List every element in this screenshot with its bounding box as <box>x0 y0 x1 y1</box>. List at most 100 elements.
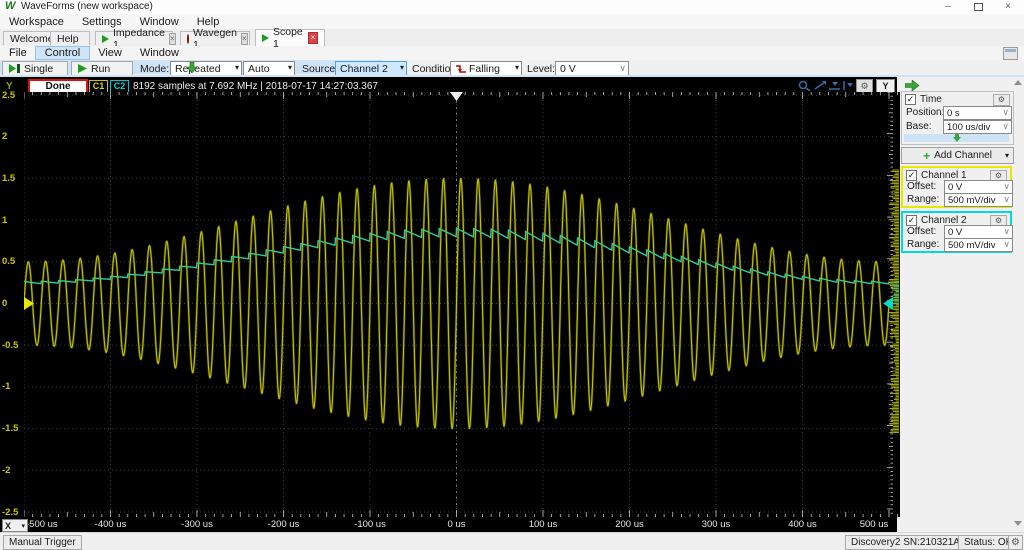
channel2-panel: ✓ Channel 2 ⚙ Offset: 0 V ∨ Range: 500 m… <box>901 211 1013 253</box>
maximize-button[interactable] <box>964 0 992 14</box>
chevron-down-icon: ▾ <box>399 63 404 72</box>
sidebar-scroll-down[interactable] <box>1014 521 1022 526</box>
trigger-mode-value: Auto <box>248 62 270 75</box>
y-tick-label: -2.5 <box>2 506 19 518</box>
y-tick-label: 1.5 <box>2 172 16 184</box>
play-icon <box>262 34 269 42</box>
channel2-range-select[interactable]: 500 mV/div ∨ <box>944 238 1013 252</box>
zoom-icon[interactable] <box>798 80 811 91</box>
menu-window2[interactable]: Window <box>131 47 188 59</box>
tab-impedance[interactable]: Impedance 1 × <box>95 27 176 51</box>
x-tick-label: 100 us <box>528 519 558 530</box>
tab-label: Help <box>57 32 79 45</box>
zoom-width-icon[interactable] <box>828 80 841 91</box>
time-panel-title: Time <box>920 94 942 105</box>
chevron-down-icon: ▾ <box>21 522 25 530</box>
x-tick-label: -100 us <box>354 519 386 530</box>
single-button[interactable]: Single <box>2 61 68 76</box>
x-tick-label: 0 us <box>447 519 466 530</box>
tab-wavegen[interactable]: Wavegen 1 × <box>180 27 250 51</box>
manual-trigger-button[interactable]: Manual Trigger <box>3 535 82 550</box>
menu-view[interactable]: View <box>89 47 131 59</box>
x-axis-button[interactable]: X ▾ <box>2 519 28 532</box>
window-title: WaveForms (new workspace) <box>21 1 153 12</box>
source-select[interactable]: Channel 2 ▾ <box>335 61 407 76</box>
range-label: Range: <box>907 194 940 205</box>
zoom-fit-icon[interactable] <box>814 80 827 91</box>
float-window-icon[interactable] <box>1003 47 1018 60</box>
y-tick-label: 2 <box>2 131 8 143</box>
restore-icon <box>973 3 983 11</box>
chevron-down-icon: ▾ <box>514 63 519 72</box>
run-label: Run <box>91 62 111 75</box>
chevron-down-icon: ∨ <box>1003 181 1010 191</box>
tab-label: Welcome <box>10 32 54 45</box>
position-value: 0 s <box>947 107 960 119</box>
channel2-offset-select[interactable]: 0 V ∨ <box>944 225 1013 239</box>
add-channel-button[interactable]: + Add Channel ▾ <box>901 147 1014 164</box>
x-tick-label: 400 us <box>788 519 817 530</box>
chevron-down-icon: ∨ <box>1003 226 1010 236</box>
channel2-checkbox[interactable]: ✓ <box>906 215 917 226</box>
tab-close-icon[interactable]: × <box>307 32 318 44</box>
scope-plot[interactable] <box>24 92 900 517</box>
y-tick-label: -1.5 <box>2 423 19 435</box>
single-icon <box>9 64 20 73</box>
position-select[interactable]: 0 s ∨ <box>943 106 1012 120</box>
tab-close-icon[interactable]: × <box>168 32 176 45</box>
plus-icon: + <box>923 148 931 163</box>
offset-label: Offset: <box>907 226 937 237</box>
chevron-down-icon: ▾ <box>287 63 292 72</box>
level-input[interactable]: 0 V ∨ <box>555 61 629 76</box>
base-select[interactable]: 100 us/div ∨ <box>943 120 1012 134</box>
play-icon <box>102 34 109 43</box>
chevron-down-icon: ∨ <box>619 63 626 73</box>
sidebar-background <box>897 77 1024 532</box>
chevron-down-icon[interactable]: ▾ <box>1005 151 1009 160</box>
range-value: 500 mV/div <box>948 194 996 206</box>
y-tick-label: 0 <box>2 298 8 309</box>
source-value: Channel 2 <box>340 62 388 75</box>
single-label: Single <box>24 62 54 75</box>
sidebar-scroll-up[interactable] <box>1014 80 1022 85</box>
range-label: Range: <box>907 239 940 250</box>
tab-scope[interactable]: Scope 1 × <box>255 26 325 50</box>
menu-workspace[interactable]: Workspace <box>0 16 73 28</box>
x-tick-label: -200 us <box>267 519 300 530</box>
time-checkbox[interactable]: ✓ <box>905 94 916 105</box>
channel1-checkbox[interactable]: ✓ <box>906 170 917 181</box>
y-tick-label: 1 <box>2 214 8 226</box>
menu-file[interactable]: File <box>0 47 36 59</box>
x-axis-labels: -500 us -400 us -300 us -200 us -100 us 0 us 1… <box>0 517 897 532</box>
y-tick-label: -1 <box>2 381 11 393</box>
status-gear-icon[interactable]: ⚙ <box>1008 535 1023 550</box>
falling-edge-icon <box>456 64 466 73</box>
sidebar-right-arrow-icon <box>905 80 920 91</box>
condition-value: Falling <box>469 62 500 75</box>
chevron-down-icon: ∨ <box>1003 239 1010 249</box>
time-down-arrow-icon <box>953 134 961 142</box>
tab-help[interactable]: Help <box>50 31 90 45</box>
channel1-range-select[interactable]: 500 mV/div ∨ <box>944 193 1013 207</box>
y-axis-labels: 2.5 2 1.5 1 0.5 0 -0.5 -1 -1.5 -2 -2.5 <box>1 90 23 518</box>
trigger-mode-select[interactable]: Auto ▾ <box>243 61 295 76</box>
range-value: 500 mV/div <box>948 239 996 251</box>
channel1-panel: ✓ Channel 1 ⚙ Offset: 0 V ∨ Range: 500 m… <box>901 166 1013 208</box>
zoom-height-icon[interactable] <box>842 80 855 91</box>
menu-control[interactable]: Control <box>34 46 91 60</box>
x-tick-label: -500 us <box>26 519 58 530</box>
base-label: Base: <box>906 121 932 132</box>
base-value: 100 us/div <box>947 121 991 133</box>
tab-welcome[interactable]: Welcome + <box>3 31 65 45</box>
tab-close-icon[interactable]: × <box>240 32 248 45</box>
minimize-button[interactable]: – <box>934 0 962 14</box>
time-gear-icon[interactable]: ⚙ <box>993 94 1010 106</box>
run-button[interactable]: Run <box>71 61 133 76</box>
condition-select[interactable]: Falling ▾ <box>450 61 522 76</box>
x-tick-label: -400 us <box>94 519 127 530</box>
channel1-offset-select[interactable]: 0 V ∨ <box>944 180 1013 194</box>
y-tick-label: -2 <box>2 464 11 476</box>
mode-select[interactable]: Repeated ▾ <box>170 61 242 76</box>
trigger-down-arrow-icon <box>186 62 198 73</box>
close-button[interactable]: × <box>994 0 1022 14</box>
